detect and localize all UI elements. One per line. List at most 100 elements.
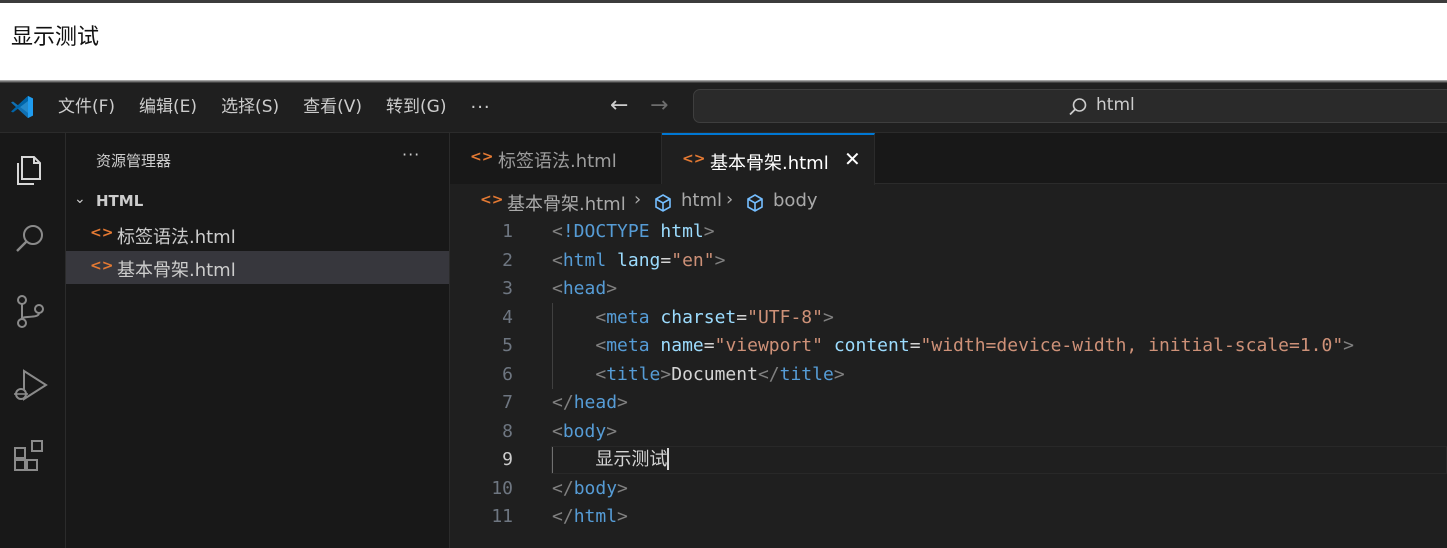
code-line[interactable]: 7 </head> xyxy=(450,389,1447,417)
html-file-icon: <> xyxy=(682,151,706,167)
code-token: "viewport" xyxy=(714,335,823,356)
command-center-text: html xyxy=(1096,95,1135,115)
line-number: 11 xyxy=(491,506,513,527)
explorer-icon[interactable] xyxy=(10,149,50,189)
code-line[interactable]: 6 <title>Document</title> xyxy=(450,361,1447,389)
code-token: > xyxy=(1343,335,1355,356)
code-token: < xyxy=(552,249,563,271)
code-line[interactable]: 11 </html> xyxy=(450,503,1447,531)
code-token: html xyxy=(660,221,704,242)
line-number: 6 xyxy=(502,363,513,385)
code-line[interactable]: 2 <html lang="en"> xyxy=(450,247,1447,275)
back-arrow-icon[interactable]: ← xyxy=(610,93,628,118)
code-line[interactable]: 5 <meta name="viewport" content="width=d… xyxy=(450,332,1447,360)
code-line[interactable]: 1 <!DOCTYPE html> xyxy=(450,218,1447,246)
code-line[interactable]: 4 <meta charset="UTF-8"> xyxy=(450,304,1447,332)
code-text: 显示测试 xyxy=(552,446,670,474)
code-token: < xyxy=(552,420,563,442)
code-token: </ xyxy=(757,363,780,385)
code-token: = xyxy=(703,335,715,356)
code-line[interactable]: 9 显示测试 xyxy=(450,446,1447,474)
html-file-icon: <> xyxy=(470,149,494,165)
code-token: content xyxy=(833,335,910,356)
code-token: </ xyxy=(552,477,574,499)
chevron-down-icon: ⌄ xyxy=(74,191,86,207)
breadcrumb-file[interactable]: 基本骨架.html xyxy=(507,190,626,216)
tab-jiben-active[interactable]: <> 基本骨架.html ✕ xyxy=(662,133,875,185)
code-text: </head> xyxy=(552,389,628,417)
preview-text: 显示测试 xyxy=(11,25,100,50)
element-cube-icon xyxy=(655,194,671,212)
code-token: > xyxy=(617,506,628,527)
menu-edit[interactable]: 编辑(E) xyxy=(127,83,209,132)
line-number: 4 xyxy=(502,306,513,328)
chevron-right-icon: › xyxy=(634,189,642,210)
command-center-search[interactable]: html xyxy=(693,89,1447,123)
search-icon xyxy=(1069,98,1087,116)
code-token: lang xyxy=(617,249,661,271)
code-line[interactable]: 10 </body> xyxy=(450,475,1447,503)
menu-go[interactable]: 转到(G) xyxy=(374,83,458,132)
code-token: > xyxy=(822,306,834,328)
close-icon[interactable]: ✕ xyxy=(844,147,861,171)
breadcrumb-html[interactable]: html xyxy=(681,190,722,211)
code-text: <body> xyxy=(552,418,617,446)
code-text: <meta charset="UTF-8"> xyxy=(552,304,834,332)
code-token: title xyxy=(606,363,661,385)
source-control-icon[interactable] xyxy=(10,291,50,331)
code-text: <!DOCTYPE html> xyxy=(552,218,715,246)
element-cube-icon xyxy=(747,194,763,212)
code-token: > xyxy=(833,363,845,385)
code-token: "width=device-width, initial-scale=1.0" xyxy=(920,335,1344,356)
menu-file[interactable]: 文件(F) xyxy=(46,83,127,132)
explorer-sidebar: 资源管理器 ··· ⌄ HTML <> 标签语法.html <> 基本骨架.ht… xyxy=(66,133,450,548)
menu-more-icon[interactable]: ··· xyxy=(458,97,502,118)
folder-html[interactable]: ⌄ HTML xyxy=(66,191,449,215)
code-token: charset xyxy=(660,306,737,328)
file-item-active[interactable]: <> 基本骨架.html xyxy=(66,251,449,284)
folder-name: HTML xyxy=(96,192,144,210)
code-editor[interactable]: 1 <!DOCTYPE html> 2 <html lang="en"> 3 <head>… xyxy=(450,218,1447,548)
code-token: 显示测试 xyxy=(552,449,668,470)
code-token: html xyxy=(562,249,607,271)
line-number: 1 xyxy=(502,221,513,242)
code-line[interactable]: 3 <head> xyxy=(450,275,1447,303)
line-number: 8 xyxy=(502,420,513,442)
code-token: "en" xyxy=(671,249,715,271)
code-text: <html lang="en"> xyxy=(552,247,725,275)
tab-biaoqian[interactable]: <> 标签语法.html xyxy=(450,133,662,184)
code-token: title xyxy=(779,363,834,385)
code-text: <meta name="viewport" content="width=dev… xyxy=(552,332,1354,360)
code-token: html xyxy=(573,506,618,527)
extensions-icon[interactable] xyxy=(10,435,50,475)
tab-label: 基本骨架.html xyxy=(710,153,829,174)
code-token: Document xyxy=(671,363,758,385)
explorer-more-icon[interactable]: ··· xyxy=(402,145,420,164)
menu-bar: 文件(F) 编辑(E) 选择(S) 查看(V) 转到(G) ··· xyxy=(46,83,503,132)
code-token: head xyxy=(573,392,618,413)
forward-arrow-icon[interactable]: → xyxy=(650,93,668,118)
run-debug-icon[interactable] xyxy=(10,363,50,403)
explorer-title: 资源管理器 xyxy=(96,152,172,170)
search-icon[interactable] xyxy=(10,219,50,259)
code-token: name xyxy=(660,335,704,356)
line-number: 9 xyxy=(502,449,513,470)
breadcrumb-body[interactable]: body xyxy=(773,190,818,211)
current-line-highlight xyxy=(551,446,1447,474)
code-token: !DOCTYPE xyxy=(562,221,650,242)
code-token: > xyxy=(606,278,618,299)
code-line[interactable]: 8 <body> xyxy=(450,418,1447,446)
code-token: meta xyxy=(606,306,650,328)
code-text: <title>Document</title> xyxy=(552,361,845,389)
code-token: > xyxy=(703,221,715,242)
menu-view[interactable]: 查看(V) xyxy=(291,83,374,132)
file-item[interactable]: <> 标签语法.html xyxy=(66,218,449,251)
file-name: 基本骨架.html xyxy=(117,260,236,281)
menu-selection[interactable]: 选择(S) xyxy=(209,83,291,132)
